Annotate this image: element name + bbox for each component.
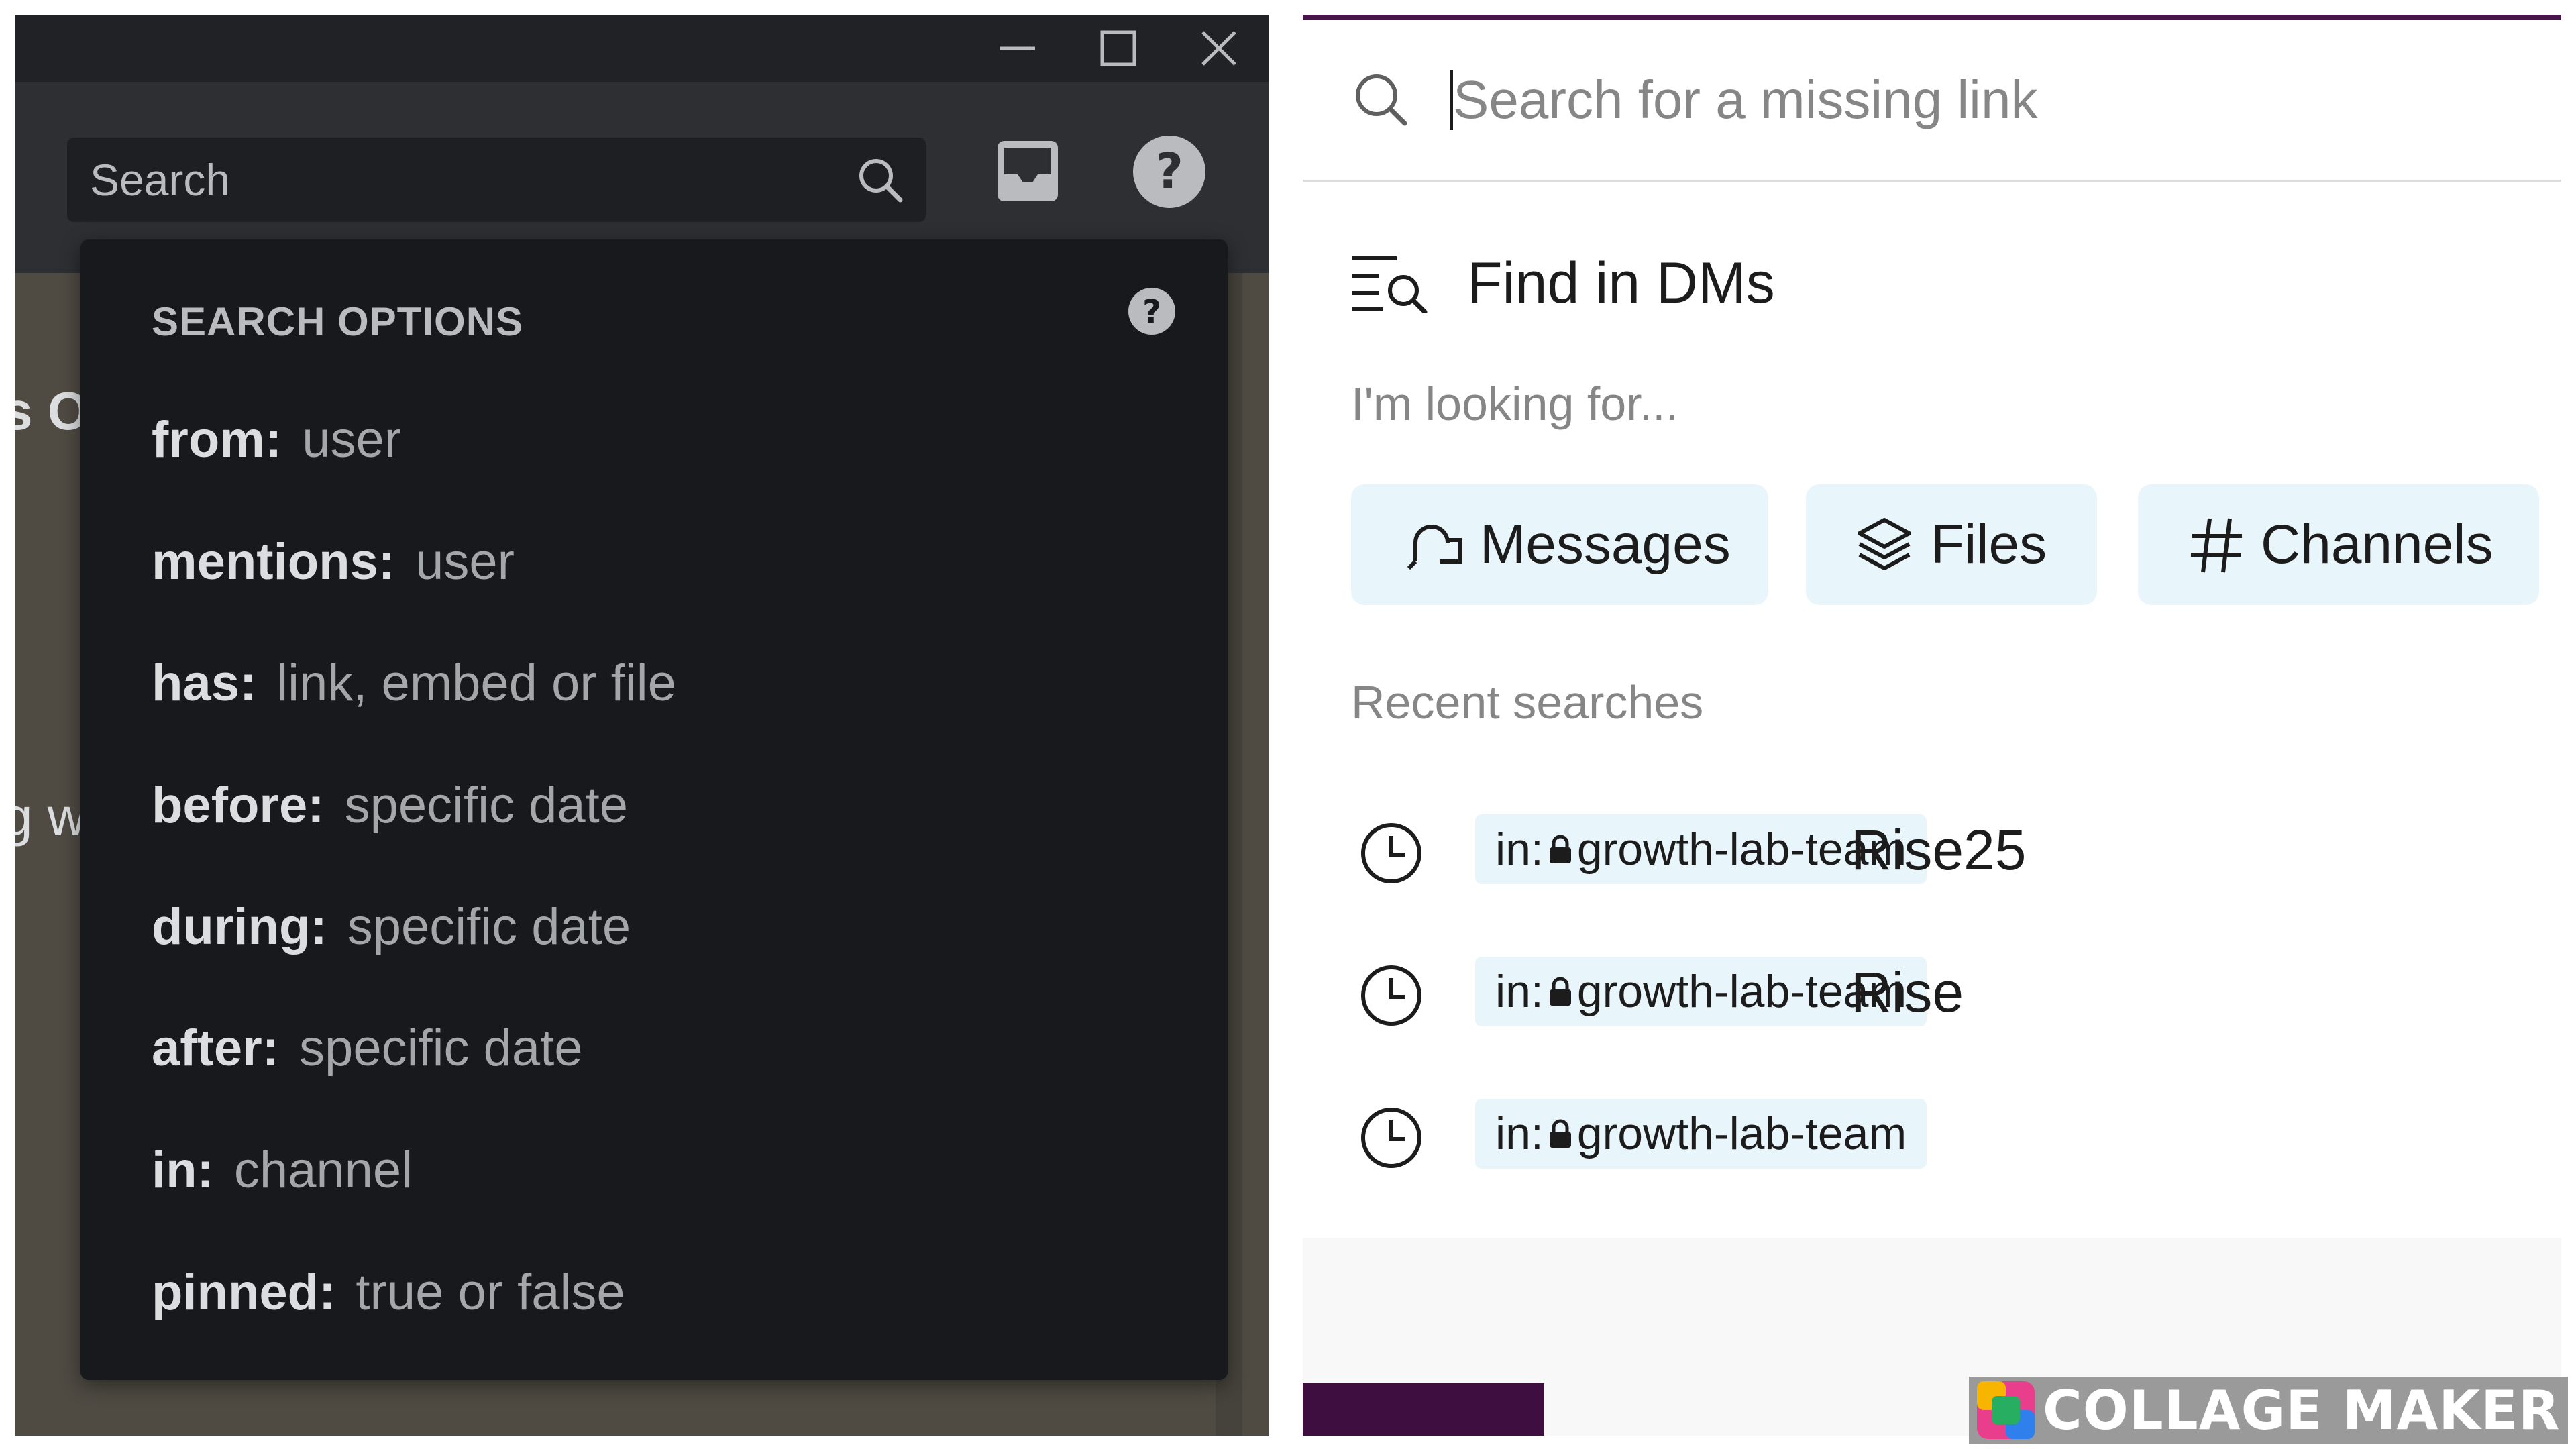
collage-maker-watermark: COLLAGE MAKER xyxy=(1969,1377,2568,1444)
option-key: after: xyxy=(152,1020,280,1077)
channel-tag: in: growth-lab-team xyxy=(1475,1099,1927,1169)
minimize-button[interactable] xyxy=(967,15,1068,82)
option-key: before: xyxy=(152,777,325,834)
close-icon xyxy=(1201,31,1236,66)
recent-search-item[interactable]: in: growth-lab-team Rise xyxy=(1351,955,2545,1029)
search-option-during[interactable]: during: specific date xyxy=(152,898,631,956)
option-value: user xyxy=(302,411,402,468)
discord-window: Search ? s O g w SEARCH OPTIONS ? from: u… xyxy=(15,15,1269,1436)
footer-accent-bar xyxy=(1303,1383,1544,1436)
recent-query: Rise25 xyxy=(1851,818,2027,881)
recent-query: Rise xyxy=(1851,961,1964,1024)
lock-icon xyxy=(1549,835,1571,863)
option-key: during: xyxy=(152,898,327,955)
recent-search-item[interactable]: in: growth-lab-team Rise25 xyxy=(1351,813,2545,887)
option-key: has: xyxy=(152,655,257,712)
lock-icon xyxy=(1549,977,1571,1006)
watermark-text: COLLAGE MAKER xyxy=(2043,1379,2561,1442)
option-key: in: xyxy=(152,1142,214,1199)
chip-label: Messages xyxy=(1480,514,1731,575)
looking-for-label: I'm looking for... xyxy=(1351,378,1679,430)
recent-search-item[interactable]: in: growth-lab-team xyxy=(1351,1097,2545,1171)
clock-icon xyxy=(1361,965,1421,1026)
chip-label: Channels xyxy=(2261,514,2493,575)
find-in-dms-title: Find in DMs xyxy=(1467,251,1775,315)
search-option-pinned[interactable]: pinned: true or false xyxy=(152,1263,625,1322)
minimize-icon xyxy=(1000,46,1035,50)
slack-search-panel: Search for a missing link Find in DMs I'… xyxy=(1303,15,2561,1436)
collage-maker-logo-icon xyxy=(1977,1381,2035,1439)
search-option-in[interactable]: in: channel xyxy=(152,1141,413,1199)
search-option-after[interactable]: after: specific date xyxy=(152,1019,583,1077)
clock-icon xyxy=(1361,1108,1421,1168)
messages-icon xyxy=(1407,525,1462,570)
option-value: user xyxy=(415,533,515,590)
search-box[interactable]: Search xyxy=(67,138,926,222)
accent-bar xyxy=(1303,15,2561,20)
search-option-before[interactable]: before: specific date xyxy=(152,776,628,835)
option-value: channel xyxy=(233,1142,413,1199)
search-option-from[interactable]: from: user xyxy=(152,411,401,469)
maximize-button[interactable] xyxy=(1068,15,1169,82)
title-bar xyxy=(15,15,1269,82)
recent-searches-label: Recent searches xyxy=(1351,676,1704,729)
help-icon[interactable]: ? xyxy=(1127,286,1177,336)
lock-icon xyxy=(1549,1119,1571,1148)
background-text: s O xyxy=(15,381,89,441)
search-options-header: SEARCH OPTIONS xyxy=(152,299,524,344)
background-text: g w xyxy=(15,787,87,847)
option-key: mentions: xyxy=(152,533,396,590)
tag-prefix: in: xyxy=(1495,1108,1544,1159)
search-input[interactable]: Search for a missing link xyxy=(1453,70,2037,130)
option-value: specific date xyxy=(344,777,629,834)
search-option-mentions[interactable]: mentions: user xyxy=(152,533,515,591)
files-layers-icon xyxy=(1858,518,1911,570)
hash-icon xyxy=(2191,518,2242,573)
option-key: pinned: xyxy=(152,1264,336,1321)
option-value: specific date xyxy=(299,1020,583,1077)
option-value: true or false xyxy=(356,1264,625,1321)
option-value: specific date xyxy=(347,898,631,955)
tag-prefix: in: xyxy=(1495,824,1544,875)
chip-label: Files xyxy=(1931,514,2047,575)
clock-icon xyxy=(1361,823,1421,883)
maximize-icon xyxy=(1100,30,1136,66)
search-options-popup: SEARCH OPTIONS ? from: user mentions: user… xyxy=(80,239,1228,1380)
filter-chip-channels[interactable]: Channels xyxy=(2138,484,2539,605)
find-in-dms-icon xyxy=(1352,256,1428,313)
search-label: Search xyxy=(90,155,231,205)
option-key: from: xyxy=(152,411,282,468)
tag-prefix: in: xyxy=(1495,966,1544,1017)
filter-chip-files[interactable]: Files xyxy=(1806,484,2097,605)
divider xyxy=(1303,180,2561,182)
svg-text:?: ? xyxy=(1155,143,1183,199)
tag-channel: growth-lab-team xyxy=(1576,1108,1907,1159)
search-icon xyxy=(859,159,903,203)
help-icon[interactable]: ? xyxy=(1132,134,1207,209)
svg-text:?: ? xyxy=(1142,293,1161,331)
filter-chip-messages[interactable]: Messages xyxy=(1351,484,1768,605)
search-option-has[interactable]: has: link, embed or file xyxy=(152,654,676,712)
close-button[interactable] xyxy=(1169,15,1269,82)
option-value: link, embed or file xyxy=(276,655,676,712)
search-icon xyxy=(1356,74,1407,126)
inbox-icon[interactable] xyxy=(991,134,1065,208)
